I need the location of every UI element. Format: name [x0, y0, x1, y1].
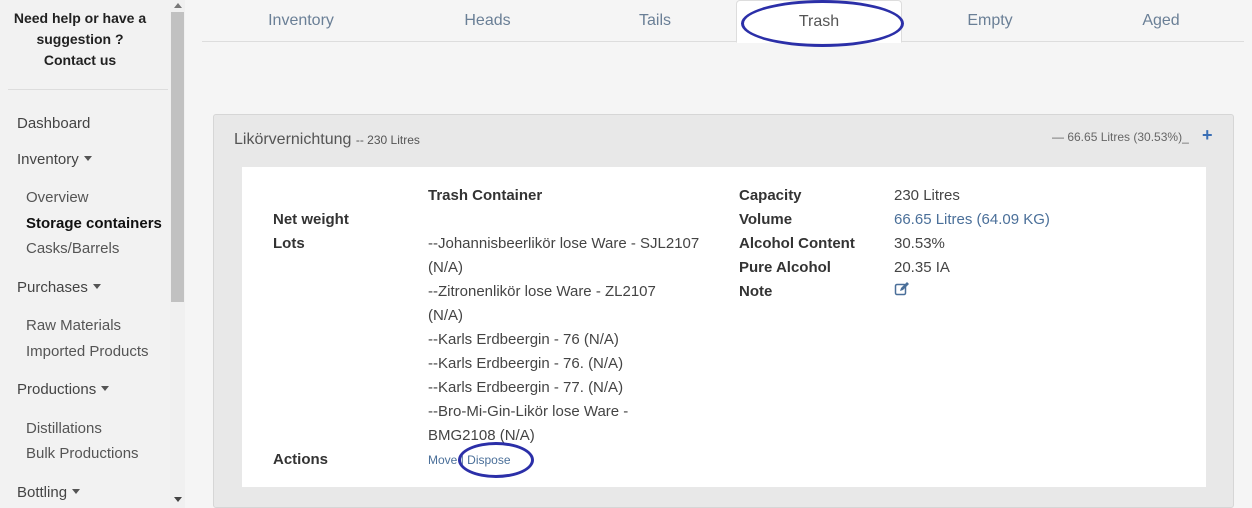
lot-line: --Bro-Mi-Gin-Likör lose Ware -: [428, 403, 629, 420]
sidebar: Need help or have a suggestion ? Contact…: [0, 0, 185, 508]
sidebar-item-casks-barrels[interactable]: Casks/Barrels: [26, 240, 119, 257]
expand-plus-icon[interactable]: +: [1202, 125, 1213, 146]
alcohol-content-value: 30.53%: [894, 235, 945, 252]
container-details: Trash Container Net weight Lots --Johann…: [242, 167, 1206, 487]
lot-line: --Karls Erdbeergin - 77. (N/A): [428, 379, 624, 396]
arrow-down-icon[interactable]: [174, 497, 182, 502]
pure-alcohol-label: Pure Alcohol: [739, 259, 831, 276]
container-capacity: -- 230 Litres: [355, 133, 420, 147]
arrow-up-icon[interactable]: [174, 3, 182, 8]
caret-down-icon: [83, 156, 92, 161]
contact-us-link[interactable]: Contact us: [0, 50, 160, 71]
help-line-1: Need help or have a: [13, 10, 147, 26]
actions-label: Actions: [273, 451, 329, 468]
sidebar-item-imported-products[interactable]: Imported Products: [26, 343, 149, 360]
sidebar-item-bottling[interactable]: Bottling: [17, 484, 81, 501]
sidebar-item-overview[interactable]: Overview: [26, 189, 89, 206]
tab-heads[interactable]: Heads: [400, 0, 575, 42]
help-line-2: suggestion ?: [36, 31, 124, 47]
tab-inventory[interactable]: Inventory: [202, 0, 400, 42]
caret-down-icon: [101, 386, 110, 391]
container-tabs: Inventory Heads Tails Trash Empty Aged: [202, 0, 1244, 43]
sidebar-item-label: Inventory: [17, 151, 79, 168]
dispose-link[interactable]: Dispose: [467, 453, 510, 467]
net-weight-label: Net weight: [273, 211, 349, 228]
sidebar-item-productions[interactable]: Productions: [17, 381, 110, 398]
sidebar-item-storage-containers[interactable]: Storage containers: [26, 215, 162, 232]
action-separator: |: [460, 453, 464, 467]
move-link[interactable]: Move: [428, 453, 457, 467]
sidebar-item-distillations[interactable]: Distillations: [26, 420, 102, 437]
lot-line: (N/A): [428, 259, 463, 276]
caret-down-icon: [72, 489, 81, 494]
actions: Move | Dispose: [428, 453, 511, 467]
lot-line: BMG2108 (N/A): [428, 427, 535, 444]
volume-link[interactable]: 66.65 Litres (64.09 KG): [894, 211, 1050, 228]
sidebar-scroll-thumb[interactable]: [171, 12, 184, 302]
lot-line: --Karls Erdbeergin - 76 (N/A): [428, 331, 619, 348]
container-panel: Likörvernichtung -- 230 Litres — 66.65 L…: [213, 114, 1234, 508]
container-type: Trash Container: [428, 187, 543, 204]
lot-line: --Karls Erdbeergin - 76. (N/A): [428, 355, 624, 372]
sidebar-item-purchases[interactable]: Purchases: [17, 279, 101, 296]
sidebar-item-dashboard[interactable]: Dashboard: [17, 115, 90, 132]
volume-label: Volume: [739, 211, 793, 228]
help-box[interactable]: Need help or have a suggestion ? Contact…: [0, 8, 160, 71]
lot-line: --Johannisbeerlikör lose Ware - SJL2107: [428, 235, 700, 252]
tab-tails[interactable]: Tails: [575, 0, 735, 42]
panel-title[interactable]: Likörvernichtung -- 230 Litres: [234, 131, 420, 149]
note-label: Note: [739, 283, 773, 300]
container-name: Likörvernichtung: [234, 131, 352, 148]
sidebar-item-bulk-productions[interactable]: Bulk Productions: [26, 445, 139, 462]
volume-summary: — 66.65 Litres (30.53%)_: [1052, 130, 1189, 144]
capacity-value: 230 Litres: [894, 187, 960, 204]
pure-alcohol-value: 20.35 IA: [894, 259, 950, 276]
sidebar-item-inventory[interactable]: Inventory: [17, 151, 92, 168]
capacity-label: Capacity: [739, 187, 802, 204]
sidebar-item-raw-materials[interactable]: Raw Materials: [26, 317, 121, 334]
lot-line: (N/A): [428, 307, 463, 324]
sidebar-item-label: Purchases: [17, 279, 88, 296]
sidebar-item-label: Bottling: [17, 484, 68, 501]
alcohol-content-label: Alcohol Content: [739, 235, 855, 252]
tab-trash[interactable]: Trash: [736, 0, 902, 43]
edit-icon[interactable]: [894, 281, 910, 297]
lot-line: --Zitronenlikör lose Ware - ZL2107: [428, 283, 656, 300]
sidebar-item-label: Productions: [17, 381, 97, 398]
tab-aged[interactable]: Aged: [1078, 0, 1244, 42]
sidebar-divider: [8, 89, 168, 90]
lots-label: Lots: [273, 235, 305, 252]
tab-empty[interactable]: Empty: [902, 0, 1078, 42]
caret-down-icon: [92, 284, 101, 289]
